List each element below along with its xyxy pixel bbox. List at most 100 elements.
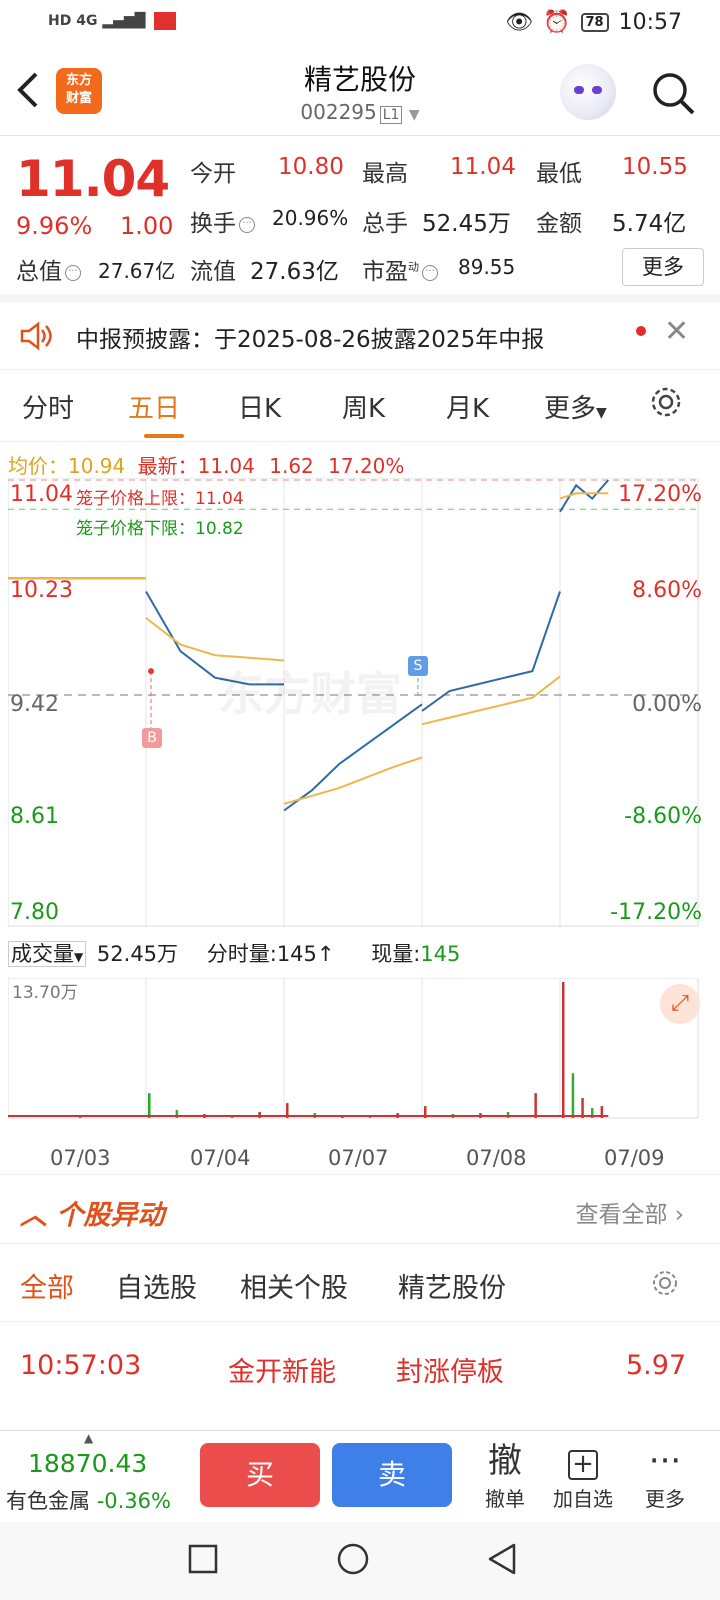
mktcap-value: 27.67亿 — [98, 259, 176, 283]
last-label: 最新： — [137, 454, 198, 478]
avg-label: 均价： — [8, 454, 68, 478]
turnover-value: 20.96% — [272, 206, 349, 230]
mover-tab-related[interactable]: 相关个股 — [240, 1266, 348, 1305]
chart-period-tabs: 分时 五日 日K 周K 月K 更多▼ — [0, 370, 720, 442]
logo-text-1: 东方 — [65, 73, 92, 88]
network-indicator: HD 4G ▂▄▆█ — [48, 12, 177, 30]
mktcap-label-text: 总值 — [16, 259, 62, 285]
watermark: 东方财富 — [218, 667, 402, 721]
chevron-right-icon: › — [674, 1202, 684, 1228]
last-change: 1.62 — [269, 454, 314, 478]
stock-name: 精艺股份 — [303, 63, 416, 96]
tab-five-day[interactable]: 五日 — [128, 388, 180, 425]
chevron-down-icon: ▼ — [408, 107, 420, 123]
sell-button[interactable]: 卖 — [332, 1443, 452, 1507]
search-icon[interactable] — [650, 70, 696, 116]
upper-limit-label: 笼子价格上限：11.04 — [76, 489, 244, 509]
add-label: 加自选 — [553, 1487, 613, 1511]
series-line-avg-day-3 — [283, 756, 423, 805]
last-value: 11.04 — [197, 454, 255, 478]
recent-apps-icon[interactable] — [188, 1544, 218, 1574]
volume-indicator-select[interactable]: 成交量▼ — [8, 941, 87, 967]
settings-gear-icon[interactable] — [648, 384, 684, 420]
home-icon[interactable] — [336, 1542, 370, 1576]
y-tick-left-4: 7.80 — [10, 900, 59, 925]
chevron-up-icon: ︿ — [20, 1200, 57, 1231]
close-icon[interactable]: ✕ — [664, 314, 689, 349]
eye-icon: 👁 — [505, 10, 534, 35]
y-tick-right-0: 17.20% — [618, 482, 702, 507]
movers-title-text: 个股异动 — [56, 1200, 165, 1231]
volume-chart[interactable]: 13.70万 ⤢ — [7, 977, 710, 1130]
mover-tab-watchlist[interactable]: 自选股 — [116, 1266, 197, 1305]
tab-daily-k[interactable]: 日K — [238, 388, 281, 425]
sell-marker[interactable]: S — [408, 656, 428, 676]
tab-weekly-k[interactable]: 周K — [342, 388, 385, 425]
notice-text: 中报预披露：于2025-08-26披露2025年中报 — [76, 327, 545, 353]
up-arrow-icon: ↑ — [316, 942, 335, 966]
notice-bar[interactable]: 中报预披露：于2025-08-26披露2025年中报 ✕ — [0, 302, 720, 370]
volume-bar — [534, 1093, 537, 1118]
x-tick-4: 07/09 — [604, 1146, 665, 1170]
x-tick-0: 07/03 — [50, 1146, 111, 1170]
mover-tab-stock[interactable]: 精艺股份 — [398, 1266, 506, 1305]
stock-code: 002295 — [300, 100, 377, 124]
index-name-line[interactable]: 有色金属 -0.36% — [6, 1485, 171, 1515]
volume-frame — [7, 977, 699, 1119]
expand-icon[interactable]: ⤢ — [660, 984, 700, 1024]
buy-marker[interactable]: B — [142, 728, 162, 748]
x-tick-3: 07/08 — [466, 1146, 527, 1170]
index-value[interactable]: 18870.43 — [28, 1449, 147, 1478]
back-icon[interactable] — [486, 1542, 518, 1576]
quote-panel: 11.04 9.96% 1.00 今开 10.80 最高 11.04 最低 10… — [0, 136, 720, 302]
chart-legend: 均价：10.94 最新：11.04 1.62 17.20% — [8, 450, 404, 479]
more-quote-button[interactable]: 更多 — [622, 248, 704, 286]
volume-bar — [571, 1073, 575, 1118]
open-label: 今开 — [190, 161, 236, 187]
view-all-link[interactable]: 查看全部 › — [575, 1195, 684, 1229]
stock-code-selector[interactable]: 002295 L1 ▼ — [200, 100, 520, 124]
tab-monthly-k[interactable]: 月K — [446, 388, 489, 425]
volume-chart-svg — [7, 977, 699, 1119]
view-all-text: 查看全部 — [575, 1202, 668, 1228]
assistant-robot-icon[interactable] — [560, 64, 616, 120]
info-icon[interactable]: ··· — [65, 264, 81, 281]
movers-title[interactable]: ︿ 个股异动 — [20, 1193, 164, 1232]
volume-total: 52.45万 — [96, 942, 179, 966]
caret-down-icon: ▼ — [74, 950, 84, 964]
high-value: 11.04 — [450, 154, 516, 180]
back-arrow-icon[interactable] — [14, 68, 44, 112]
add-watchlist-button[interactable]: + 加自选 — [548, 1439, 618, 1512]
tab-intraday[interactable]: 分时 — [22, 388, 74, 425]
more-menu-button[interactable]: ··· 更多 — [630, 1439, 700, 1512]
price-chart[interactable]: 11.04 10.23 9.42 8.61 7.80 17.20% 8.60% … — [7, 477, 710, 928]
pe-sup: 动 — [408, 260, 419, 274]
turnover-label: 换手 ··· — [190, 204, 258, 238]
list-item[interactable]: 10:57:03 金开新能 封涨停板 5.97 — [0, 1322, 720, 1418]
eastmoney-logo[interactable]: 东方 财富 — [56, 68, 102, 114]
volume-label: 总手 — [362, 211, 408, 237]
app-notification-icon — [154, 12, 177, 30]
tab-more[interactable]: 更多▼ — [544, 388, 607, 425]
alarm-icon: ⏰ — [543, 10, 571, 35]
info-icon[interactable]: ··· — [239, 216, 255, 233]
mover-time: 10:57:03 — [20, 1350, 142, 1381]
volume-value: 52.45万 — [422, 211, 511, 237]
high-label: 最高 — [362, 161, 408, 187]
buy-button[interactable]: 买 — [200, 1443, 320, 1507]
y-tick-right-4: -17.20% — [610, 900, 702, 925]
bottom-action-bar: ▲ 18870.43 有色金属 -0.36% 买 卖 撤 撤单 + 加自选 ··… — [0, 1430, 720, 1522]
mover-event: 封涨停板 — [396, 1357, 504, 1388]
info-icon[interactable]: ··· — [422, 264, 438, 281]
cancel-order-button[interactable]: 撤 撤单 — [470, 1439, 540, 1512]
x-tick-2: 07/07 — [328, 1146, 389, 1170]
mover-tab-all[interactable]: 全部 — [20, 1266, 74, 1305]
x-tick-1: 07/04 — [190, 1146, 251, 1170]
more-dots-icon: ··· — [648, 1441, 682, 1481]
system-nav-bar — [0, 1522, 720, 1600]
series-line-avg-day-5 — [559, 492, 609, 500]
settings-gear-icon[interactable] — [650, 1268, 680, 1298]
volume-max-label: 13.70万 — [12, 983, 78, 1003]
turnover-label-text: 换手 — [190, 211, 236, 237]
now-volume-label: 现量: — [371, 942, 421, 966]
